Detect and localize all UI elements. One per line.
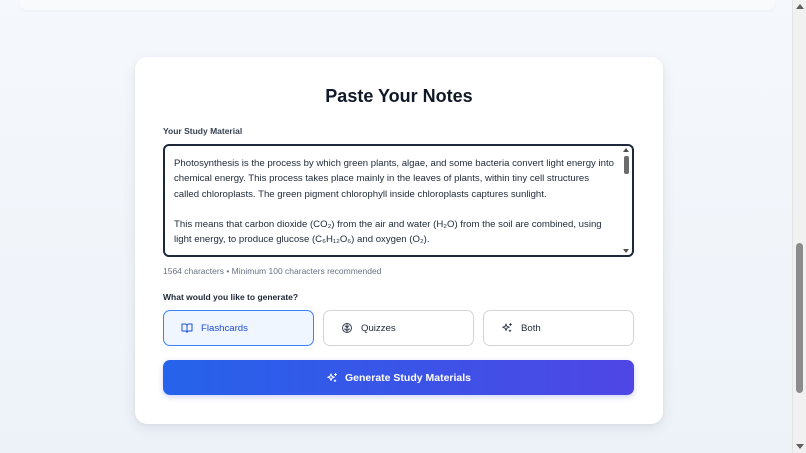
page-scroll-thumb[interactable] bbox=[796, 243, 803, 393]
scroll-up-arrow-icon[interactable] bbox=[623, 148, 629, 152]
option-both-label: Both bbox=[521, 322, 541, 334]
option-both[interactable]: Both bbox=[483, 310, 634, 346]
top-panel-edge bbox=[20, 0, 775, 10]
textarea-scroll-thumb[interactable] bbox=[624, 156, 629, 174]
study-text-paragraph-2: This means that carbon dioxide (CO₂) fro… bbox=[174, 218, 602, 246]
option-flashcards[interactable]: Flashcards bbox=[163, 310, 314, 346]
page-scrollbar[interactable] bbox=[792, 0, 806, 453]
generate-type-label: What would you like to generate? bbox=[163, 292, 299, 302]
option-quizzes[interactable]: Quizzes bbox=[323, 310, 474, 346]
generate-study-materials-button[interactable]: Generate Study Materials bbox=[163, 360, 634, 395]
book-open-icon bbox=[181, 322, 193, 334]
page-scroll-up-icon[interactable] bbox=[796, 4, 804, 9]
page: Paste Your Notes Your Study Material Pho… bbox=[0, 0, 806, 453]
generate-button-label: Generate Study Materials bbox=[344, 371, 472, 384]
study-material-textarea[interactable]: Photosynthesis is the process by which g… bbox=[163, 144, 634, 257]
brain-icon bbox=[341, 322, 353, 334]
option-flashcards-label: Flashcards bbox=[201, 322, 248, 334]
sparkles-icon bbox=[501, 322, 513, 334]
study-text-paragraph-1: Photosynthesis is the process by which g… bbox=[174, 158, 614, 200]
option-quizzes-label: Quizzes bbox=[361, 322, 396, 334]
sparkles-icon bbox=[326, 372, 338, 384]
notes-card: Paste Your Notes Your Study Material Pho… bbox=[135, 57, 663, 424]
character-count: 1564 characters • Minimum 100 characters… bbox=[163, 266, 382, 276]
card-title: Paste Your Notes bbox=[325, 86, 473, 106]
textarea-scrollbar[interactable] bbox=[622, 147, 631, 254]
page-scroll-down-icon[interactable] bbox=[796, 444, 804, 449]
scroll-down-arrow-icon[interactable] bbox=[623, 249, 629, 253]
study-material-label: Your Study Material bbox=[163, 126, 243, 136]
